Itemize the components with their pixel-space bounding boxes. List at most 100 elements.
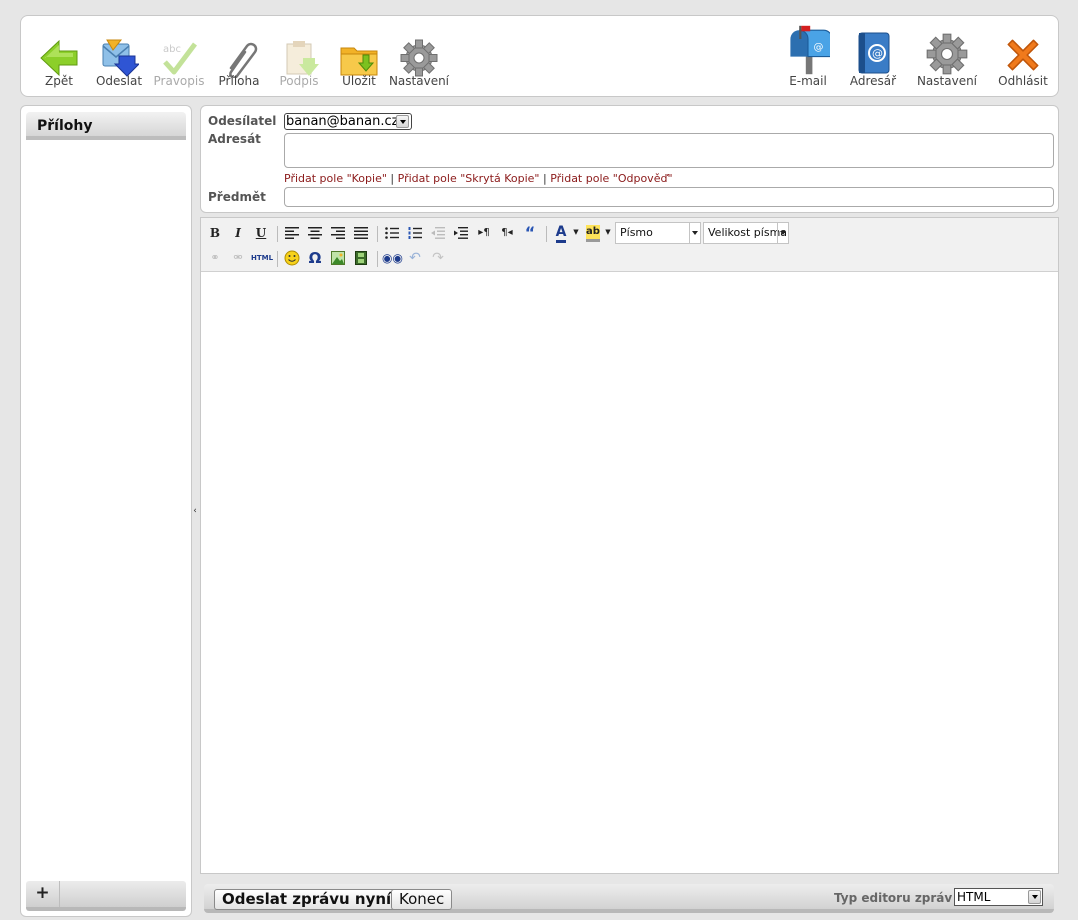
font-family-value: Písmo [620, 226, 653, 239]
redo-button[interactable]: ↷ [428, 248, 448, 268]
signature-label: Podpis [279, 74, 319, 88]
align-left-icon [285, 227, 299, 239]
indent-button[interactable] [451, 223, 471, 243]
find-button[interactable]: ◉◉ [382, 248, 403, 268]
editor-type-label: Typ editoru zpráv [834, 891, 953, 905]
undo-button[interactable]: ↶ [405, 248, 425, 268]
spellcheck-button[interactable]: abc Pravopis [147, 38, 211, 92]
align-justify-button[interactable] [351, 223, 371, 243]
font-family-select[interactable]: Písmo [615, 222, 701, 244]
text-color-dropdown[interactable]: ▼ [571, 222, 581, 242]
link-separator: | [390, 172, 395, 185]
image-icon [331, 251, 345, 265]
indent-icon [454, 227, 468, 239]
align-right-button[interactable] [328, 223, 348, 243]
align-left-button[interactable] [282, 223, 302, 243]
paperclip-icon [229, 42, 258, 78]
main-toolbar: Zpět Odeslat abc Pravopis Příloha Podpis… [20, 15, 1059, 97]
editor-type-select[interactable]: HTML [954, 888, 1043, 906]
save-button[interactable]: Uložit [327, 38, 391, 92]
text-color-button[interactable]: A [551, 222, 571, 243]
remove-link-button[interactable]: ⚮ [228, 248, 248, 268]
back-button[interactable]: Zpět [27, 38, 91, 92]
underline-button[interactable]: U [251, 223, 271, 243]
settings-button[interactable]: Nastavení [387, 38, 451, 92]
insert-link-button[interactable]: ⚭ [205, 248, 225, 268]
chevron-down-icon [396, 115, 409, 128]
logout-label: Odhlásit [998, 74, 1048, 88]
address-book-icon: @ [858, 32, 890, 74]
recipient-label: Adresát [208, 132, 261, 146]
signature-icon [286, 41, 319, 76]
sender-select[interactable]: banan@banan.cz [284, 113, 412, 130]
attach-button[interactable]: Příloha [207, 38, 271, 92]
ltr-button[interactable]: ▸¶ [474, 223, 494, 243]
highlight-icon: ab [586, 225, 600, 242]
add-cc-link[interactable]: Přidat pole "Kopie" [284, 172, 387, 185]
emoticon-button[interactable] [282, 248, 302, 268]
numbered-list-button[interactable] [405, 223, 425, 243]
numbered-list-icon [408, 227, 422, 239]
chevron-down-icon [777, 223, 788, 243]
toolbar-separator [277, 251, 278, 267]
add-bcc-link[interactable]: Přidat pole "Skrytá Kopie" [398, 172, 540, 185]
insert-media-button[interactable] [351, 248, 371, 268]
bullet-list-button[interactable] [382, 223, 402, 243]
sender-label: Odesílatel [208, 114, 277, 128]
address-book-label: Adresář [849, 74, 897, 88]
mailbox-icon: @ [790, 25, 830, 75]
italic-button[interactable]: I [228, 223, 248, 243]
align-justify-icon [354, 227, 368, 239]
logout-button[interactable]: Odhlásit [991, 38, 1055, 92]
settings-label: Nastavení [388, 74, 450, 88]
close-button[interactable]: Konec [391, 889, 453, 910]
gear-icon [926, 33, 968, 75]
editor-content-area[interactable] [201, 273, 1058, 873]
blockquote-button[interactable]: “ [520, 223, 540, 243]
blockquote-icon: “ [524, 223, 536, 242]
highlight-color-button[interactable]: ab [583, 222, 603, 242]
editor-type-value: HTML [957, 890, 991, 904]
add-reply-to-link[interactable]: Přidat pole "Odpověď" [550, 172, 672, 185]
bullet-list-icon [385, 227, 399, 239]
settings-right-label: Nastavení [916, 74, 978, 88]
font-size-value: Velikost písma [708, 226, 788, 239]
send-now-button[interactable]: Odeslat zprávu nyní [214, 889, 400, 910]
highlight-color-dropdown[interactable]: ▼ [603, 222, 613, 242]
message-header-form: Odesílatel banan@banan.cz Adresát Přidat… [200, 105, 1059, 213]
gear-icon [400, 39, 438, 77]
svg-text:@: @ [814, 42, 824, 53]
align-center-button[interactable] [305, 223, 325, 243]
toolbar-separator [277, 226, 278, 242]
email-label: E-mail [789, 74, 827, 88]
add-field-links: Přidat pole "Kopie" | Přidat pole "Skryt… [284, 172, 673, 185]
binoculars-icon: ◉◉ [382, 251, 403, 265]
rtl-button[interactable]: ¶◂ [497, 223, 517, 243]
outdent-button[interactable] [428, 223, 448, 243]
html-source-button[interactable]: HTML [251, 248, 273, 268]
recipient-input[interactable] [284, 133, 1054, 168]
settings-right-button[interactable]: Nastavení [915, 33, 979, 92]
special-char-button[interactable]: Ω [305, 248, 325, 268]
text-color-icon: A [555, 224, 567, 243]
email-button[interactable]: @ E-mail [776, 25, 840, 92]
redo-icon: ↷ [432, 250, 444, 266]
outdent-icon [431, 227, 445, 239]
insert-image-button[interactable] [328, 248, 348, 268]
signature-button[interactable]: Podpis [267, 38, 331, 92]
send-icon [102, 39, 139, 77]
bold-button[interactable]: B [205, 223, 225, 243]
link-separator: | [542, 172, 547, 185]
address-book-button[interactable]: @ Adresář [841, 32, 905, 92]
omega-icon: Ω [308, 249, 322, 267]
attach-label: Příloha [218, 74, 260, 88]
chevron-down-icon [1028, 890, 1041, 904]
send-button[interactable]: Odeslat [87, 38, 151, 92]
back-arrow-icon [40, 39, 78, 77]
panel-splitter-handle[interactable]: ‹ [191, 506, 199, 518]
add-attachment-button[interactable]: + [26, 881, 60, 907]
logout-x-icon [1007, 39, 1039, 71]
font-size-select[interactable]: Velikost písma [703, 222, 789, 244]
message-editor: B I U ▸¶ ¶◂ “ A ▼ ab ▼ Písmo Velikost pí… [200, 217, 1059, 874]
subject-input[interactable] [284, 187, 1054, 207]
